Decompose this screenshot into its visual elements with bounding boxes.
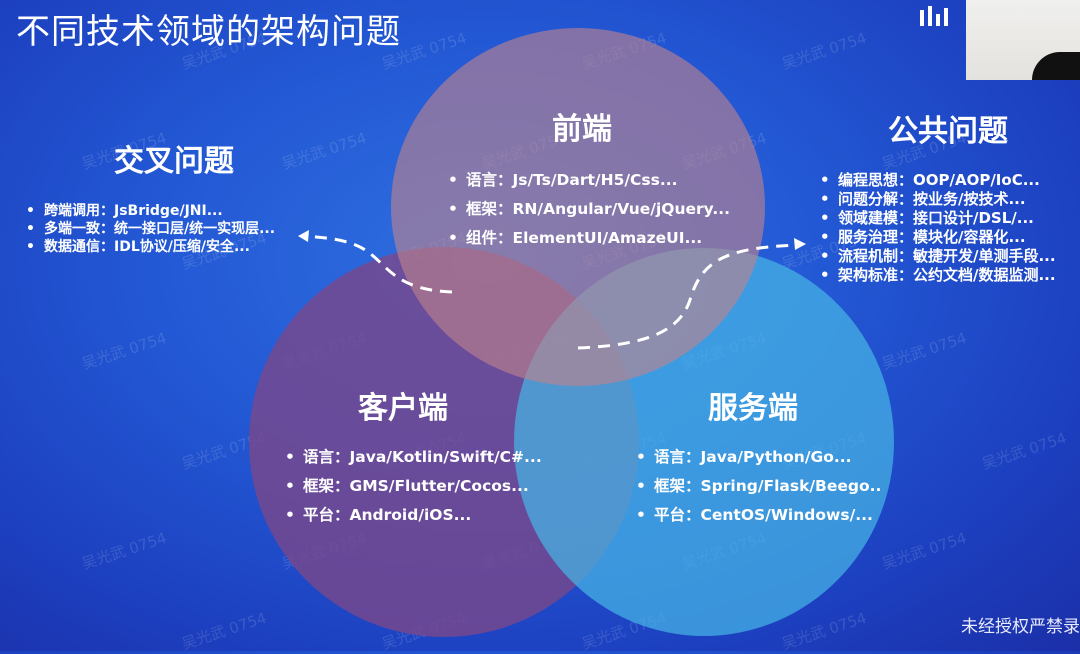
frontend-item: 组件：ElementUI/AmazeUI... xyxy=(446,224,730,253)
frontend-item: 语言：Js/Ts/Dart/H5/Css... xyxy=(446,166,730,195)
common-arrow-head xyxy=(794,238,806,250)
client-list: 语言：Java/Kotlin/Swift/C#... 框架：GMS/Flutte… xyxy=(283,443,542,530)
cross-list: 跨端调用：JsBridge/JNI... 多端一致：统一接口层/统一实现层...… xyxy=(24,202,275,256)
cross-item: 数据通信：IDL协议/压缩/安全... xyxy=(24,238,275,256)
page-title: 不同技术领域的架构问题 xyxy=(16,12,401,52)
common-item: 服务治理：模块化/容器化... xyxy=(818,228,1056,247)
common-list: 编程思想：OOP/AOP/IoC... 问题分解：按业务/按技术... 领域建模… xyxy=(818,171,1056,285)
frontend-heading: 前端 xyxy=(552,112,612,147)
common-item: 架构标准：公约文档/数据监测... xyxy=(818,266,1056,285)
common-arrow xyxy=(577,243,796,350)
server-heading: 服务端 xyxy=(708,391,798,426)
client-item: 框架：GMS/Flutter/Cocos... xyxy=(283,472,542,501)
cross-arrow xyxy=(304,234,453,294)
common-item: 领域建模：接口设计/DSL/... xyxy=(818,209,1056,228)
client-heading: 客户端 xyxy=(358,391,448,426)
presenter-silhouette xyxy=(1032,52,1080,80)
dashed-arrows xyxy=(298,230,806,350)
common-item: 问题分解：按业务/按技术... xyxy=(818,190,1056,209)
cross-arrow-head xyxy=(298,230,309,242)
frontend-item: 框架：RN/Angular/Vue/jQuery... xyxy=(446,195,730,224)
common-item: 流程机制：敏捷开发/单测手段... xyxy=(818,247,1056,266)
brand-logo-icon xyxy=(920,6,948,26)
server-item: 平台：CentOS/Windows/... xyxy=(634,501,881,530)
camera-overlay xyxy=(966,0,1080,80)
footer-notice: 未经授权严禁录 xyxy=(961,617,1080,637)
cross-heading: 交叉问题 xyxy=(114,144,234,179)
cross-item: 多端一致：统一接口层/统一实现层... xyxy=(24,220,275,238)
client-item: 平台：Android/iOS... xyxy=(283,501,542,530)
common-heading: 公共问题 xyxy=(888,114,1008,149)
client-item: 语言：Java/Kotlin/Swift/C#... xyxy=(283,443,542,472)
frontend-list: 语言：Js/Ts/Dart/H5/Css... 框架：RN/Angular/Vu… xyxy=(446,166,730,253)
server-item: 框架：Spring/Flask/Beego.. xyxy=(634,472,881,501)
common-item: 编程思想：OOP/AOP/IoC... xyxy=(818,171,1056,190)
cross-item: 跨端调用：JsBridge/JNI... xyxy=(24,202,275,220)
server-list: 语言：Java/Python/Go... 框架：Spring/Flask/Bee… xyxy=(634,443,881,530)
server-item: 语言：Java/Python/Go... xyxy=(634,443,881,472)
